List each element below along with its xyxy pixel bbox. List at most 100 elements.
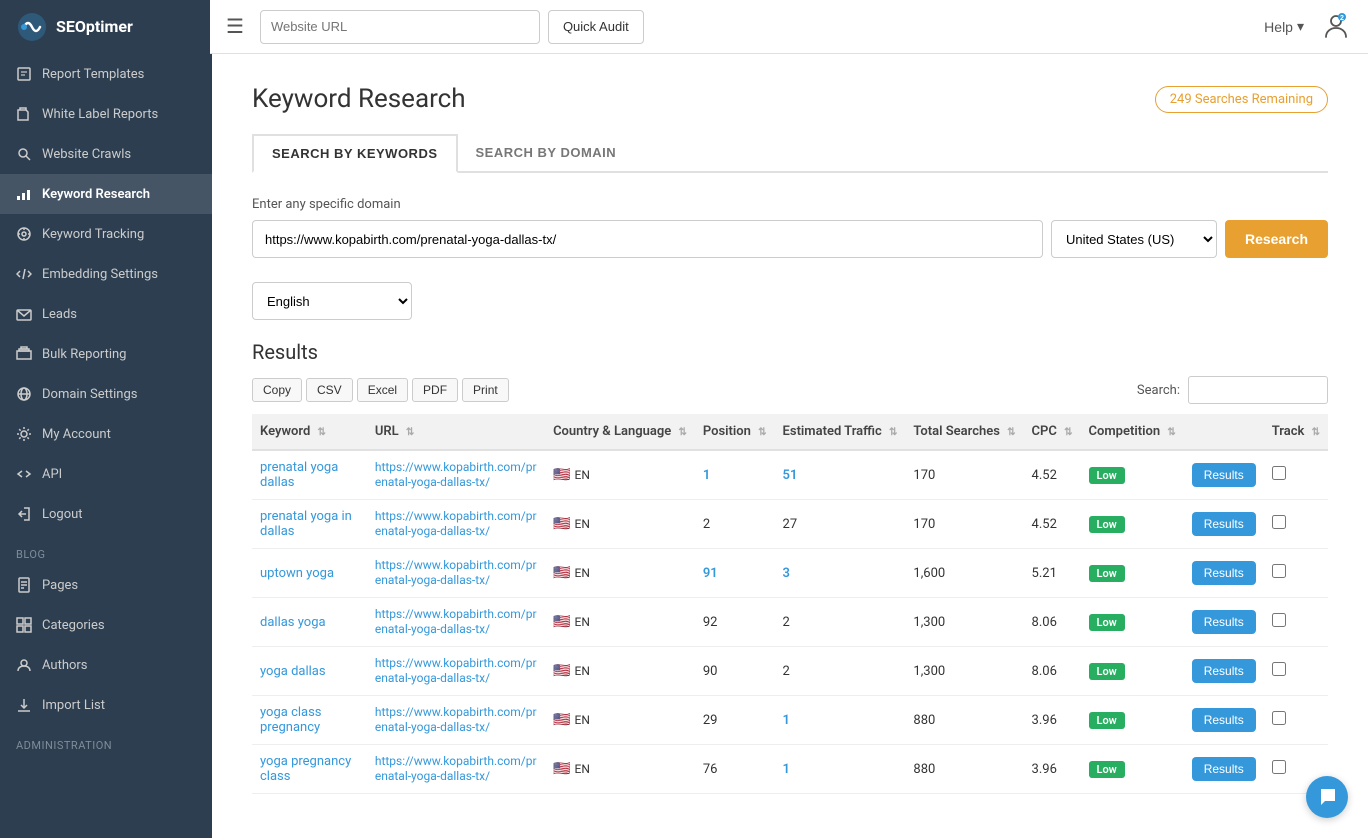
cell-cpc: 3.96 [1024, 696, 1081, 745]
sidebar-label: Domain Settings [42, 387, 137, 402]
sidebar-item-keyword-research[interactable]: Keyword Research [0, 174, 212, 214]
help-label: Help [1264, 19, 1293, 35]
sidebar: Report Templates White Label Reports Web… [0, 54, 212, 838]
cell-results-btn[interactable]: Results [1184, 598, 1264, 647]
cell-track[interactable] [1264, 500, 1328, 549]
cell-url[interactable]: https://www.kopabirth.com/prenatal-yoga-… [367, 745, 545, 794]
table-search-input[interactable] [1188, 376, 1328, 404]
search-label: Search: [1137, 383, 1180, 398]
sidebar-label: My Account [42, 427, 111, 442]
results-title: Results [252, 340, 1328, 364]
cell-country-language: 🇺🇸 EN [545, 745, 695, 794]
hamburger-button[interactable]: ☰ [226, 14, 244, 39]
cell-traffic: 1 [775, 745, 906, 794]
cell-competition: Low [1081, 598, 1184, 647]
copy-button[interactable]: Copy [252, 378, 302, 402]
cell-keyword[interactable]: prenatal yoga dallas [252, 450, 367, 500]
top-nav: SEOptimer ☰ Quick Audit Help ▾ 2 [0, 0, 1368, 54]
cell-total-searches: 880 [905, 745, 1023, 794]
blog-section-label: Blog [0, 534, 212, 565]
url-input[interactable] [260, 10, 540, 44]
cell-results-btn[interactable]: Results [1184, 549, 1264, 598]
cell-track[interactable] [1264, 549, 1328, 598]
cell-results-btn[interactable]: Results [1184, 647, 1264, 696]
chat-bubble[interactable] [1306, 776, 1348, 818]
sidebar-label: Bulk Reporting [42, 347, 126, 362]
pdf-button[interactable]: PDF [412, 378, 458, 402]
sidebar-item-my-account[interactable]: My Account [0, 414, 212, 454]
cell-total-searches: 170 [905, 500, 1023, 549]
cell-country-language: 🇺🇸 EN [545, 647, 695, 696]
sidebar-item-white-label-reports[interactable]: White Label Reports [0, 94, 212, 134]
col-estimated-traffic[interactable]: Estimated Traffic ⇅ [775, 414, 906, 450]
sidebar-item-report-templates[interactable]: Report Templates [0, 54, 212, 94]
sidebar-item-authors[interactable]: Authors [0, 645, 212, 685]
sidebar-item-keyword-tracking[interactable]: Keyword Tracking [0, 214, 212, 254]
cell-url[interactable]: https://www.kopabirth.com/prenatal-yoga-… [367, 450, 545, 500]
sidebar-item-logout[interactable]: Logout [0, 494, 212, 534]
tab-search-by-keywords[interactable]: Search By Keywords [252, 134, 458, 173]
language-select[interactable]: English Spanish French German [252, 282, 412, 320]
cell-track[interactable] [1264, 450, 1328, 500]
cell-track[interactable] [1264, 647, 1328, 696]
sidebar-item-leads[interactable]: Leads [0, 294, 212, 334]
sidebar-item-import-list[interactable]: Import List [0, 685, 212, 725]
sidebar-item-api[interactable]: API [0, 454, 212, 494]
sidebar-item-categories[interactable]: Categories [0, 605, 212, 645]
cell-keyword[interactable]: yoga dallas [252, 647, 367, 696]
sidebar-item-pages[interactable]: Pages [0, 565, 212, 605]
sidebar-item-domain-settings[interactable]: Domain Settings [0, 374, 212, 414]
cell-cpc: 8.06 [1024, 647, 1081, 696]
user-icon-button[interactable]: 2 [1320, 11, 1352, 43]
cell-competition: Low [1081, 549, 1184, 598]
cell-url[interactable]: https://www.kopabirth.com/prenatal-yoga-… [367, 500, 545, 549]
sidebar-item-bulk-reporting[interactable]: Bulk Reporting [0, 334, 212, 374]
cell-url[interactable]: https://www.kopabirth.com/prenatal-yoga-… [367, 696, 545, 745]
cell-results-btn[interactable]: Results [1184, 745, 1264, 794]
col-position[interactable]: Position ⇅ [695, 414, 775, 450]
col-cpc[interactable]: CPC ⇅ [1024, 414, 1081, 450]
cell-competition: Low [1081, 647, 1184, 696]
sidebar-label: Keyword Tracking [42, 227, 144, 242]
cell-track[interactable] [1264, 696, 1328, 745]
sidebar-item-website-crawls[interactable]: Website Crawls [0, 134, 212, 174]
tabs: Search By Keywords Search By Domain [252, 134, 1328, 173]
cell-results-btn[interactable]: Results [1184, 696, 1264, 745]
col-total-searches[interactable]: Total Searches ⇅ [905, 414, 1023, 450]
cell-url[interactable]: https://www.kopabirth.com/prenatal-yoga-… [367, 647, 545, 696]
col-track[interactable]: Track ⇅ [1264, 414, 1328, 450]
col-keyword[interactable]: Keyword ⇅ [252, 414, 367, 450]
cell-keyword[interactable]: yoga class pregnancy [252, 696, 367, 745]
cell-traffic: 2 [775, 598, 906, 647]
cell-position: 90 [695, 647, 775, 696]
cell-url[interactable]: https://www.kopabirth.com/prenatal-yoga-… [367, 598, 545, 647]
excel-button[interactable]: Excel [357, 378, 408, 402]
csv-button[interactable]: CSV [306, 378, 353, 402]
cell-results-btn[interactable]: Results [1184, 500, 1264, 549]
cell-results-btn[interactable]: Results [1184, 450, 1264, 500]
admin-section-label: Administration [0, 725, 212, 756]
sidebar-item-embedding-settings[interactable]: Embedding Settings [0, 254, 212, 294]
cell-url[interactable]: https://www.kopabirth.com/prenatal-yoga-… [367, 549, 545, 598]
quick-audit-button[interactable]: Quick Audit [548, 10, 644, 44]
help-button[interactable]: Help ▾ [1264, 18, 1304, 35]
col-url[interactable]: URL ⇅ [367, 414, 545, 450]
nav-right: Help ▾ 2 [1264, 11, 1352, 43]
cell-track[interactable] [1264, 598, 1328, 647]
tab-search-by-domain[interactable]: Search By Domain [458, 134, 635, 171]
cell-position: 29 [695, 696, 775, 745]
domain-input[interactable] [252, 220, 1043, 258]
country-select[interactable]: United States (US) United Kingdom (GB) C… [1051, 220, 1217, 258]
cell-keyword[interactable]: uptown yoga [252, 549, 367, 598]
research-button[interactable]: Research [1225, 220, 1328, 258]
table-actions-left: Copy CSV Excel PDF Print [252, 378, 509, 402]
cell-keyword[interactable]: dallas yoga [252, 598, 367, 647]
cell-total-searches: 1,300 [905, 647, 1023, 696]
print-button[interactable]: Print [462, 378, 509, 402]
cell-keyword[interactable]: prenatal yoga in dallas [252, 500, 367, 549]
cell-keyword[interactable]: yoga pregnancy class [252, 745, 367, 794]
page-title: Keyword Research [252, 84, 466, 114]
col-country-language[interactable]: Country & Language ⇅ [545, 414, 695, 450]
col-competition[interactable]: Competition ⇅ [1081, 414, 1184, 450]
logo[interactable]: SEOptimer [0, 0, 210, 54]
